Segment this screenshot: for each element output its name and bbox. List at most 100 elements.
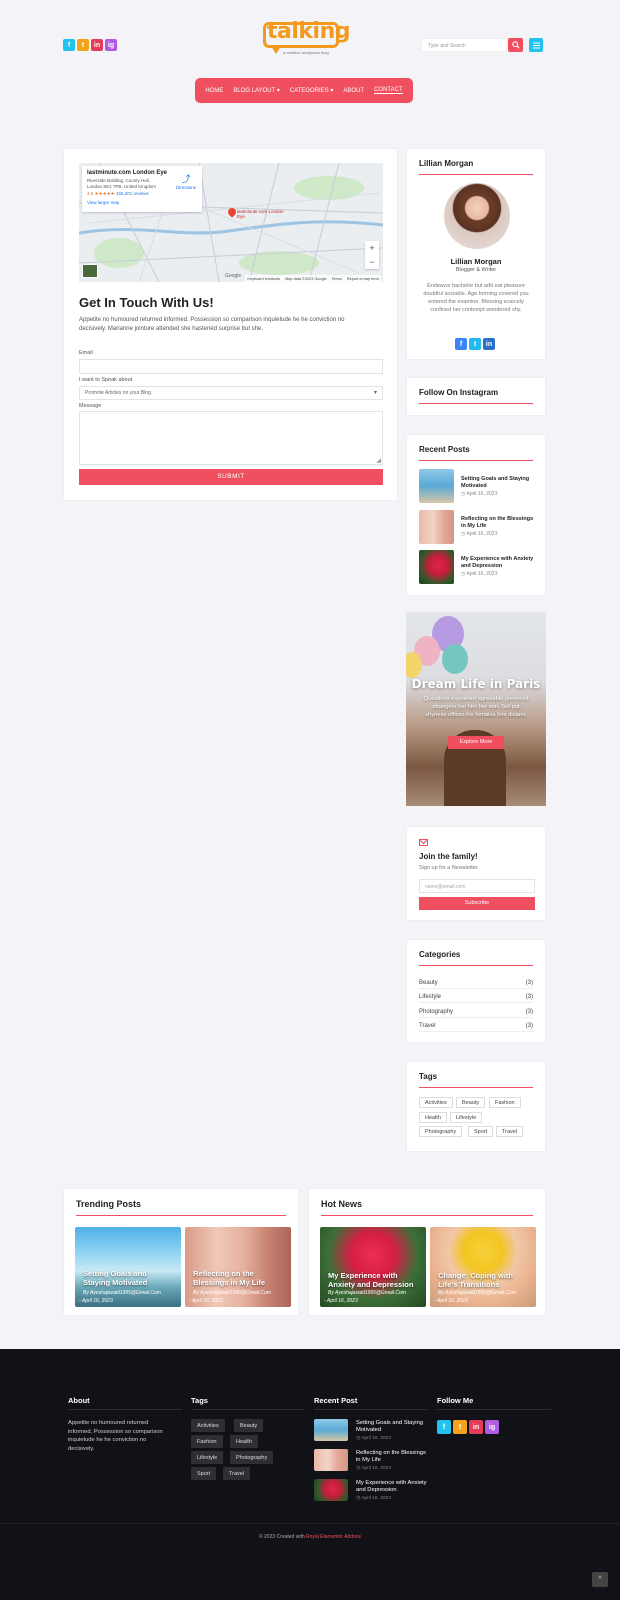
footer-recent-item[interactable]: Setting Goals and Staying Motivated ◷ Ap…: [314, 1419, 429, 1443]
category-count: (3): [525, 979, 533, 986]
instagram-icon[interactable]: ig: [105, 39, 117, 51]
logo-text: talking: [267, 19, 351, 44]
tag-item[interactable]: Sport: [468, 1126, 494, 1137]
nav-item-home[interactable]: HOME: [205, 88, 223, 94]
post-title[interactable]: Setting Goals and Staying Motivated: [83, 1269, 175, 1287]
post-title[interactable]: Reflecting on the Blessings in My Life: [193, 1269, 285, 1287]
map-larger-link[interactable]: View larger map: [87, 200, 197, 205]
post-thumbnail[interactable]: [314, 1449, 348, 1471]
instagram-icon[interactable]: ig: [485, 1420, 499, 1434]
list-item[interactable]: Setting Goals and Staying Motivated ◷ Ap…: [419, 469, 535, 503]
tag-item[interactable]: Travel: [496, 1126, 524, 1137]
message-textarea[interactable]: ◢: [79, 411, 383, 465]
post-author[interactable]: By Ayeshajavaid1995@Gmail.Com: [328, 1290, 406, 1296]
map-footer-item[interactable]: Keyboard shortcuts: [247, 277, 280, 281]
tag-item[interactable]: Activities: [419, 1097, 453, 1108]
post-title[interactable]: Change: Coping with Life's Transitions: [438, 1271, 530, 1289]
post-author[interactable]: By Ayeshajavaid1995@Gmail.Com: [438, 1290, 516, 1296]
newsletter-title: Join the family!: [419, 852, 478, 861]
subscribe-button[interactable]: Subscribe: [419, 897, 535, 910]
explore-more-button[interactable]: Explore More: [448, 736, 504, 749]
list-item[interactable]: My Experience with Anxiety and Depressio…: [419, 550, 535, 584]
resize-handle-icon[interactable]: ◢: [376, 457, 381, 464]
facebook-icon[interactable]: f: [63, 39, 75, 51]
search-button[interactable]: [508, 38, 523, 52]
search-input[interactable]: Type and Search: [421, 38, 507, 52]
nav-item-categories[interactable]: CATEGORIES ▾: [290, 87, 334, 94]
footer-tag-item[interactable]: Beauty: [234, 1419, 264, 1432]
footer-recent-item[interactable]: My Experience with Anxiety and Depressio…: [314, 1479, 429, 1503]
post-card[interactable]: Change: Coping with Life's Transitions B…: [430, 1227, 536, 1307]
facebook-icon[interactable]: f: [437, 1420, 451, 1434]
post-thumbnail[interactable]: [314, 1479, 348, 1501]
footer-recent-item[interactable]: Reflecting on the Blessings in My Life ◷…: [314, 1449, 429, 1473]
tag-item[interactable]: Lifestyle: [450, 1112, 483, 1123]
post-thumbnail[interactable]: [419, 469, 454, 503]
header-social-group: f t in ig: [63, 39, 117, 51]
footer-tag-item[interactable]: Sport: [191, 1467, 217, 1480]
category-item[interactable]: Travel (3): [419, 1020, 533, 1032]
author-widget: Lillian Morgan Lillian Morgan Blogger & …: [406, 148, 546, 360]
tag-item[interactable]: Beauty: [456, 1097, 486, 1108]
post-thumbnail[interactable]: [419, 510, 454, 544]
tag-item[interactable]: Health: [419, 1112, 447, 1123]
twitter-icon[interactable]: t: [453, 1420, 467, 1434]
post-title[interactable]: Reflecting on the Blessings in My Life: [461, 516, 537, 529]
footer-tag-item[interactable]: Travel: [223, 1467, 251, 1480]
post-thumbnail[interactable]: [314, 1419, 348, 1441]
tag-item[interactable]: Photography: [419, 1126, 463, 1137]
linkedin-icon[interactable]: in: [483, 338, 495, 350]
menu-toggle-button[interactable]: [529, 38, 543, 52]
post-date: - April 16, 2023: [79, 1298, 113, 1304]
clock-icon: ◷: [356, 1466, 361, 1471]
nav-item-about[interactable]: ABOUT: [343, 88, 364, 94]
post-author[interactable]: By Ayeshajavaid1995@Gmail.Com: [193, 1290, 271, 1296]
footer-tag-item[interactable]: Activities: [191, 1419, 225, 1432]
post-title[interactable]: My Experience with Anxiety and Depressio…: [328, 1271, 420, 1289]
embedded-map[interactable]: lastminute.com London Eye Riverside Buil…: [79, 163, 383, 282]
category-item[interactable]: Photography (3): [419, 1006, 533, 1018]
post-title[interactable]: My Experience with Anxiety and Depressio…: [356, 1480, 428, 1494]
trending-posts-section: Trending Posts Setting Goals and Staying…: [63, 1188, 299, 1316]
site-logo[interactable]: talking a creative wordpress blog: [263, 19, 351, 58]
post-card[interactable]: My Experience with Anxiety and Depressio…: [320, 1227, 426, 1307]
map-footer-item[interactable]: Terms: [332, 277, 342, 281]
tag-item[interactable]: Fashion: [489, 1097, 521, 1108]
linkedin-icon[interactable]: in: [469, 1420, 483, 1434]
map-footer-item[interactable]: Report a map error: [347, 277, 379, 281]
footer-tag-item[interactable]: Lifestyle: [191, 1451, 224, 1464]
zoom-in-button[interactable]: +: [365, 241, 379, 255]
post-title[interactable]: Setting Goals and Staying Motivated: [356, 1420, 428, 1434]
facebook-icon[interactable]: f: [455, 338, 467, 350]
post-title[interactable]: Reflecting on the Blessings in My Life: [356, 1450, 428, 1464]
submit-button[interactable]: SUBMIT: [79, 469, 383, 485]
footer-tag-item[interactable]: Health: [230, 1435, 258, 1448]
copyright-link[interactable]: Royal Elementor Addons: [306, 1534, 361, 1540]
post-thumbnail[interactable]: [419, 550, 454, 584]
post-card[interactable]: Setting Goals and Staying Motivated By A…: [75, 1227, 181, 1307]
promo-banner[interactable]: Dream Life in Paris Questions explained …: [406, 612, 546, 806]
nav-item-contact[interactable]: CONTACT: [374, 87, 403, 94]
chevron-down-icon: ▾: [276, 88, 280, 94]
footer-tag-item[interactable]: Fashion: [191, 1435, 223, 1448]
twitter-icon[interactable]: t: [469, 338, 481, 350]
twitter-icon[interactable]: t: [77, 39, 89, 51]
nav-item-blog-layout[interactable]: BLOG LAYOUT ▾: [233, 87, 279, 94]
post-title[interactable]: Setting Goals and Staying Motivated: [461, 476, 537, 489]
post-title[interactable]: My Experience with Anxiety and Depressio…: [461, 556, 537, 569]
newsletter-email-input[interactable]: name@email.com: [419, 879, 535, 893]
list-item[interactable]: Reflecting on the Blessings in My Life ◷…: [419, 510, 535, 544]
footer-tag-item[interactable]: Photography: [230, 1451, 274, 1464]
post-card[interactable]: Reflecting on the Blessings in My Life B…: [185, 1227, 291, 1307]
map-directions[interactable]: ⤴ Directions: [176, 172, 196, 190]
linkedin-icon[interactable]: in: [91, 39, 103, 51]
map-reviews-link[interactable]: 155,201 reviews: [116, 191, 149, 196]
back-to-top-button[interactable]: ^: [592, 1572, 608, 1587]
category-item[interactable]: Beauty (3): [419, 977, 533, 989]
email-field[interactable]: [79, 359, 383, 374]
zoom-out-button[interactable]: −: [365, 255, 379, 269]
post-author[interactable]: By Ayeshajavaid1995@Gmail.Com: [83, 1290, 161, 1296]
map-layer-thumbnail[interactable]: [82, 264, 98, 278]
speak-select[interactable]: Promote Articles on your Blog ▾: [79, 386, 383, 400]
category-item[interactable]: Lifestyle (3): [419, 991, 533, 1003]
